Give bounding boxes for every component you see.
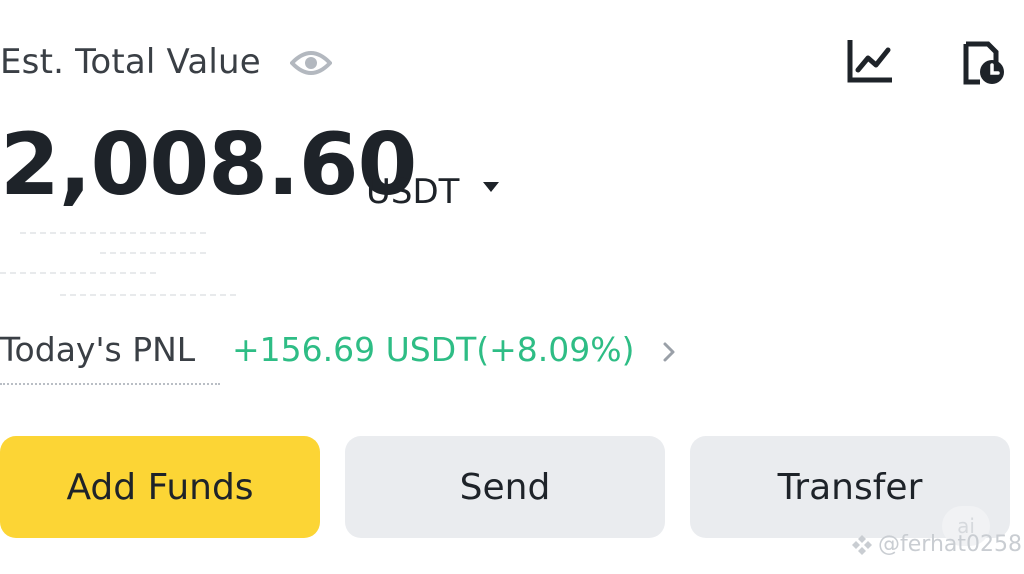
est-total-value-label: Est. Total Value bbox=[0, 42, 261, 82]
caret-down-icon[interactable] bbox=[482, 180, 500, 194]
currency-selector[interactable]: USDT bbox=[366, 172, 459, 212]
line-chart-icon[interactable] bbox=[846, 40, 892, 84]
send-button[interactable]: Send bbox=[345, 436, 665, 538]
faint-line bbox=[60, 294, 240, 296]
todays-pnl-label[interactable]: Today's PNL bbox=[0, 330, 195, 369]
pnl-dotted-underline bbox=[0, 383, 220, 385]
todays-pnl-value: +156.69 USDT(+8.09%) bbox=[232, 330, 635, 369]
faint-line bbox=[0, 272, 160, 274]
watermark-text: @ferhat0258 bbox=[878, 532, 1022, 557]
chevron-right-icon[interactable] bbox=[660, 340, 678, 364]
watermark: @ferhat0258 bbox=[850, 532, 1022, 557]
add-funds-button[interactable]: Add Funds bbox=[0, 436, 320, 538]
total-balance-amount: 2,008.60 bbox=[0, 115, 417, 215]
faint-line bbox=[100, 252, 210, 254]
eye-icon[interactable] bbox=[290, 47, 332, 79]
faint-line bbox=[20, 232, 210, 234]
binance-logo-icon bbox=[852, 534, 872, 555]
order-history-icon[interactable] bbox=[962, 40, 1006, 86]
